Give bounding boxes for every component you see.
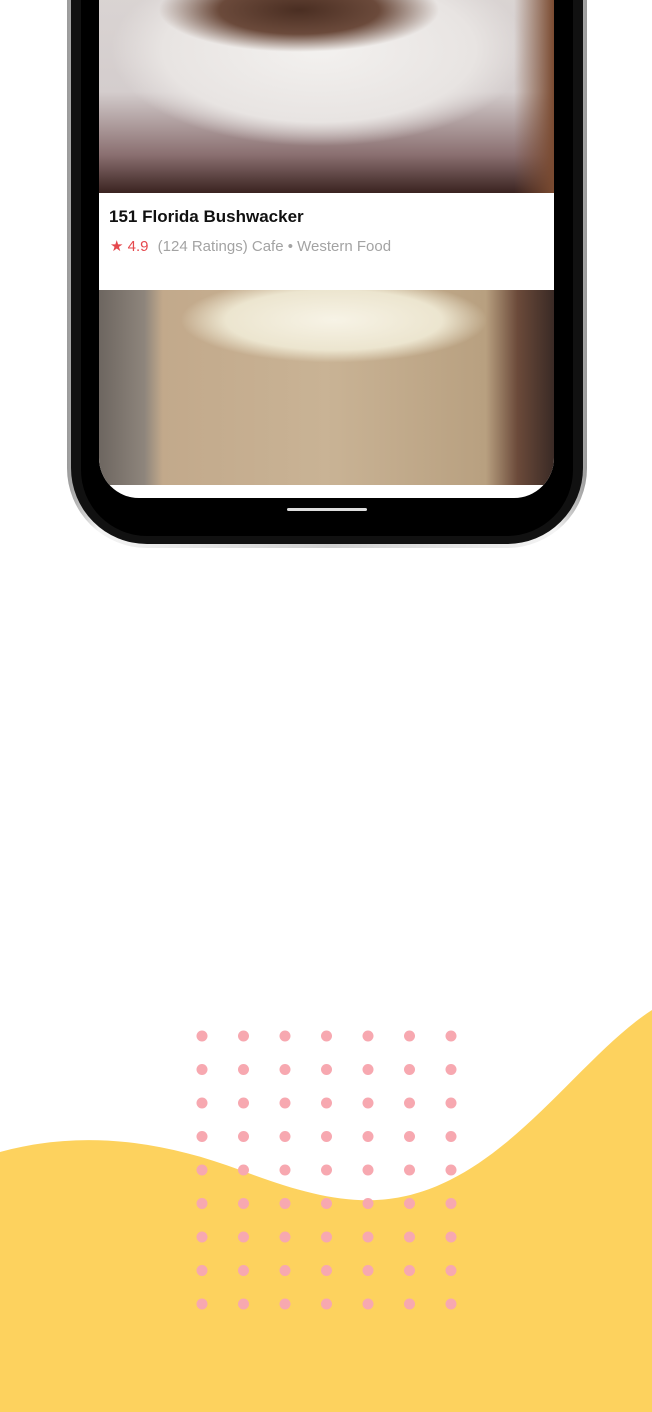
dot bbox=[238, 1030, 249, 1042]
dot bbox=[238, 1131, 249, 1142]
dot bbox=[404, 1164, 415, 1176]
dot bbox=[238, 1064, 249, 1075]
dot bbox=[196, 1164, 208, 1176]
dot bbox=[321, 1231, 332, 1243]
dot bbox=[445, 1064, 457, 1075]
dot bbox=[279, 1298, 291, 1310]
dot bbox=[279, 1131, 291, 1142]
dot bbox=[321, 1030, 332, 1042]
dot bbox=[238, 1231, 249, 1243]
dot bbox=[404, 1131, 415, 1142]
dot bbox=[321, 1097, 332, 1109]
dot bbox=[279, 1030, 291, 1042]
dot bbox=[196, 1231, 208, 1243]
dot bbox=[196, 1265, 208, 1276]
dot bbox=[238, 1097, 249, 1109]
dot bbox=[321, 1265, 332, 1276]
dot bbox=[362, 1131, 374, 1142]
dot bbox=[362, 1064, 374, 1075]
dot bbox=[362, 1298, 374, 1310]
dot bbox=[196, 1298, 208, 1310]
dot bbox=[196, 1131, 208, 1142]
dot bbox=[321, 1164, 332, 1176]
dot bbox=[404, 1064, 415, 1075]
dot bbox=[279, 1064, 291, 1075]
dot bbox=[445, 1164, 457, 1176]
dot bbox=[362, 1231, 374, 1243]
dot bbox=[362, 1164, 374, 1176]
dot bbox=[238, 1265, 249, 1276]
dot bbox=[362, 1030, 374, 1042]
dot bbox=[445, 1131, 457, 1142]
dot bbox=[321, 1198, 332, 1209]
dot bbox=[404, 1231, 415, 1243]
dot-grid-decoration bbox=[196, 1030, 457, 1310]
dot bbox=[362, 1265, 374, 1276]
dot bbox=[279, 1231, 291, 1243]
dot bbox=[445, 1231, 457, 1243]
dot bbox=[279, 1265, 291, 1276]
dot bbox=[404, 1298, 415, 1310]
dot bbox=[238, 1164, 249, 1176]
dot bbox=[445, 1265, 457, 1276]
dot bbox=[279, 1164, 291, 1176]
dot bbox=[196, 1097, 208, 1109]
dot bbox=[404, 1198, 415, 1209]
dot bbox=[196, 1030, 208, 1042]
dot bbox=[445, 1198, 457, 1209]
dot bbox=[445, 1097, 457, 1109]
dot bbox=[279, 1097, 291, 1109]
dot bbox=[196, 1064, 208, 1075]
dot bbox=[321, 1298, 332, 1310]
dot bbox=[404, 1030, 415, 1042]
dot bbox=[321, 1064, 332, 1075]
dot bbox=[404, 1097, 415, 1109]
dot bbox=[279, 1198, 291, 1209]
dot bbox=[445, 1298, 457, 1310]
dot bbox=[445, 1030, 457, 1042]
dot bbox=[321, 1131, 332, 1142]
dot bbox=[238, 1298, 249, 1310]
dot bbox=[362, 1097, 374, 1109]
dot bbox=[238, 1198, 249, 1209]
dot bbox=[404, 1265, 415, 1276]
dot bbox=[362, 1198, 374, 1209]
dot bbox=[196, 1198, 208, 1209]
